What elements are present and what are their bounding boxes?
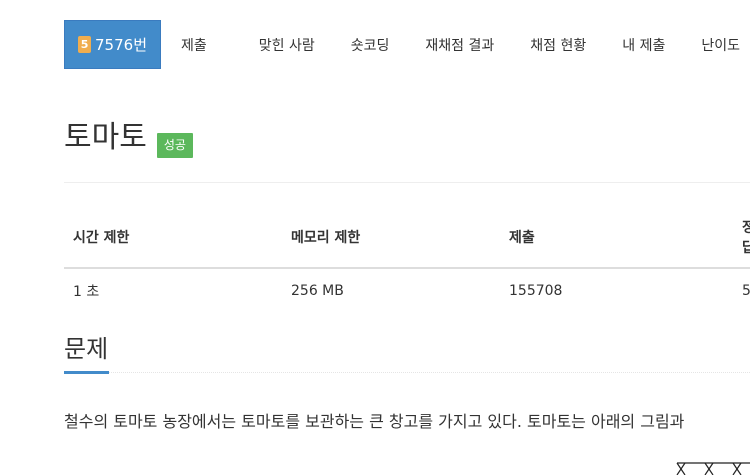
header-accepted: 정답	[733, 207, 750, 269]
cell-memory-limit: 256 MB	[291, 283, 344, 299]
header-memory-limit: 메모리 제한	[282, 207, 500, 269]
header-time-limit: 시간 제한	[64, 207, 282, 269]
status-badge: 성공	[156, 133, 193, 158]
cell-time-limit: 1 초	[73, 284, 100, 300]
nav-tab-short-coding[interactable]: 숏코딩	[341, 20, 400, 69]
problem-title: 토마토	[64, 120, 147, 155]
table-row: 1 초 256 MB 155708 5	[64, 268, 750, 313]
section-underline	[64, 371, 109, 374]
tomato-box-figure	[676, 462, 750, 475]
problem-nav: 5 7576번 제출 맞힌 사람 숏코딩 재채점 결과 채점 현황 내 제출 난…	[64, 20, 750, 69]
nav-tab-my-submissions[interactable]: 내 제출	[612, 20, 675, 69]
nav-tab-solved-users[interactable]: 맞힌 사람	[249, 20, 325, 69]
nav-tab-difficulty[interactable]: 난이도	[691, 20, 750, 69]
header-submissions: 제출	[500, 207, 733, 269]
cell-submissions: 155708	[509, 283, 563, 299]
nav-tab-rejudge[interactable]: 재채점 결과	[415, 20, 504, 69]
nav-tab-problem-label: 7576번	[95, 36, 147, 54]
cell-accepted: 5	[742, 283, 750, 299]
nav-tab-submit[interactable]: 제출	[171, 20, 217, 69]
table-header-row: 시간 제한 메모리 제한 제출 정답	[64, 207, 750, 269]
problem-info-table: 시간 제한 메모리 제한 제출 정답 1 초 256 MB 155708 5	[64, 207, 750, 313]
problem-description: 철수의 토마토 농장에서는 토마토를 보관하는 큰 창고를 가지고 있다. 토마…	[64, 412, 685, 431]
nav-tab-status[interactable]: 채점 현황	[520, 20, 596, 69]
nav-tab-problem[interactable]: 5 7576번	[64, 20, 162, 69]
problem-header: 토마토 성공	[64, 118, 193, 158]
tier-icon: 5	[78, 36, 92, 53]
section-divider	[64, 372, 750, 373]
section-title-problem: 문제	[64, 335, 109, 363]
header-divider	[64, 182, 750, 183]
